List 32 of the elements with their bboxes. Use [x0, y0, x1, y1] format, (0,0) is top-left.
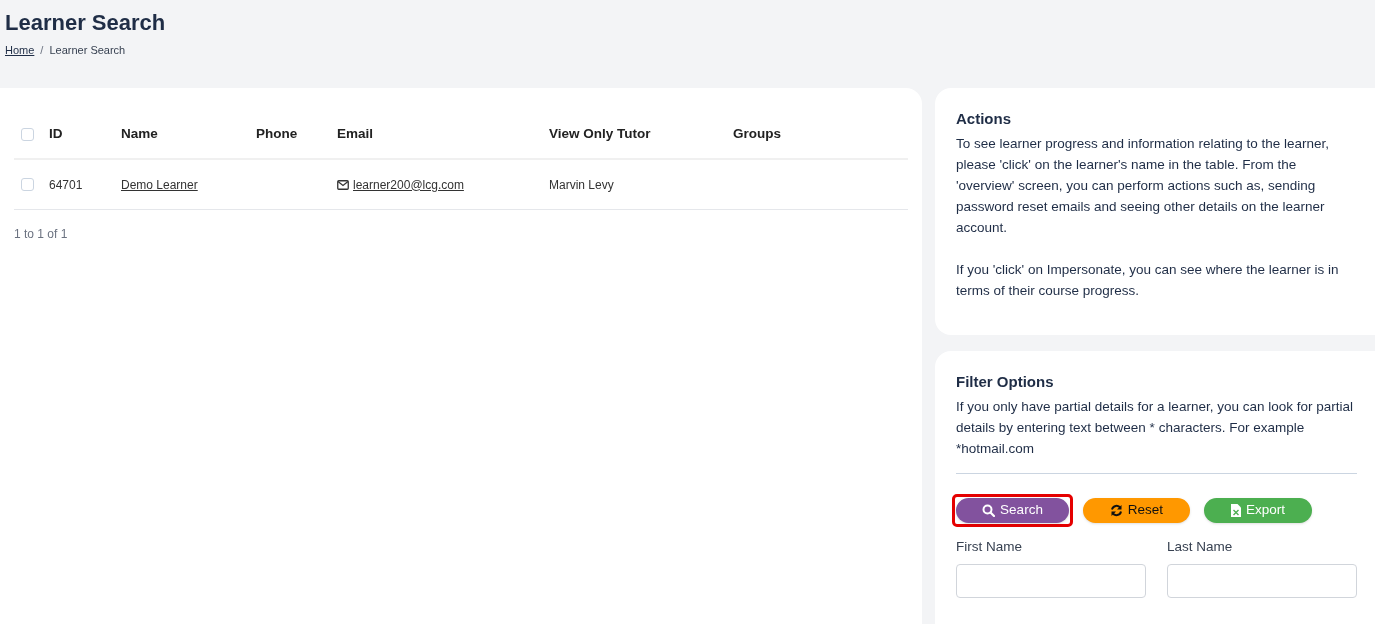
reset-button[interactable]: Reset — [1083, 497, 1190, 523]
search-button[interactable]: Search — [956, 497, 1069, 523]
field-label: Last Name — [1167, 537, 1234, 556]
page-title: Learner Search — [5, 9, 167, 37]
filter-description: If you only have partial details for a learner, you can look for partial details by entering text between * characters. For example *hotmail.com — [956, 395, 1357, 474]
column-header[interactable]: Name — [121, 123, 256, 145]
column-header[interactable]: Groups — [733, 123, 833, 145]
search-icon — [982, 503, 996, 517]
checkbox[interactable] — [21, 178, 34, 191]
actions-paragraph: If you 'click' on Impersonate, you can see where the learner is in terms of their course progress. — [956, 260, 1340, 300]
breadcrumb-link[interactable]: Home — [5, 42, 35, 59]
pagination-text: 1 to 1 of 1 — [14, 226, 69, 243]
email-link[interactable]: learner200@lcg.com — [353, 175, 464, 194]
spreadsheet-file-icon — [1231, 503, 1241, 517]
actions-paragraph: To see learner progress and information relating to the learner, please 'click' on the learner's name in the table. From the 'overview' screen, you can perform actions such as, sending password reset emails and seeing other details on the learner account. — [956, 134, 1330, 237]
filter-title: Filter Options — [956, 372, 1055, 392]
table-cell-text: Marvin Levy — [549, 176, 614, 194]
breadcrumb-current: Learner Search — [49, 43, 126, 58]
learner-name-link[interactable]: Demo Learner — [121, 175, 198, 194]
column-header[interactable]: ID — [49, 123, 121, 145]
checkbox[interactable] — [21, 127, 34, 141]
text-input-field[interactable] — [1167, 563, 1357, 598]
field-label: First Name — [956, 537, 1023, 556]
column-header[interactable]: Phone — [256, 123, 337, 145]
actions-title: Actions — [956, 109, 1012, 129]
refresh-icon — [1109, 503, 1123, 517]
column-header[interactable]: View Only Tutor — [549, 123, 733, 145]
column-header[interactable]: Email — [337, 123, 549, 145]
breadcrumb-separator: / — [40, 43, 44, 58]
table-cell-text: 64701 — [49, 176, 83, 194]
text-input-field[interactable] — [956, 563, 1146, 598]
envelope-icon — [337, 179, 349, 190]
